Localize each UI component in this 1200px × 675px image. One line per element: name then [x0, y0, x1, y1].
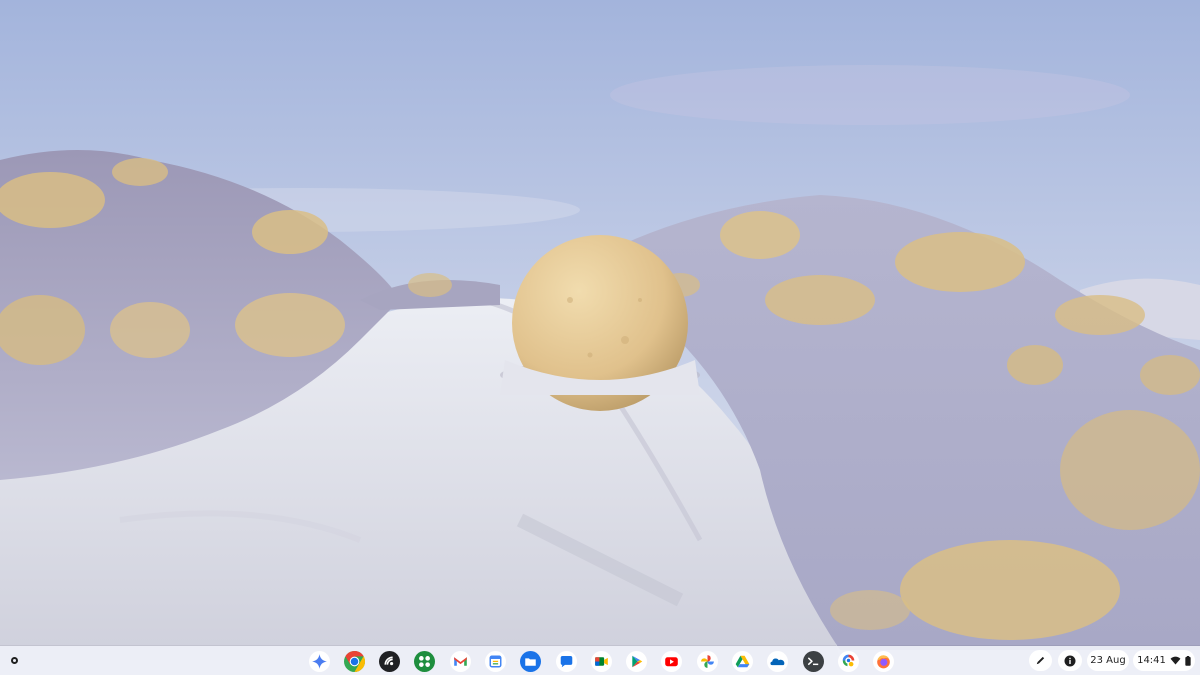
time-label: 14:41 [1137, 655, 1166, 666]
chrome-icon [343, 650, 365, 672]
apps-grid-icon [414, 650, 436, 672]
stylus-tools-button[interactable] [1029, 650, 1052, 671]
info-icon [1064, 655, 1076, 666]
youtube-icon [661, 650, 683, 672]
shelf-app-terminal[interactable] [801, 649, 825, 673]
shelf-app-youtube[interactable] [660, 649, 684, 673]
meet-icon [590, 650, 612, 672]
shelf-app-messages[interactable] [554, 649, 578, 673]
calendar-icon [484, 650, 506, 672]
stylus-icon [1036, 656, 1045, 665]
shelf: 23 Aug 14:41 [0, 646, 1200, 675]
date-button[interactable]: 23 Aug [1087, 650, 1129, 671]
launcher-button[interactable] [5, 651, 24, 670]
android-connect-icon [379, 650, 401, 672]
lens-icon [837, 650, 859, 672]
notification-button[interactable] [1058, 650, 1082, 671]
drive-icon [732, 650, 754, 672]
wallpaper [0, 0, 1200, 675]
photos-icon [696, 650, 718, 672]
date-label: 23 Aug [1090, 655, 1126, 666]
firefox-icon [873, 650, 895, 672]
wifi-icon [1170, 656, 1181, 665]
shelf-app-meet[interactable] [589, 649, 613, 673]
shelf-app-chrome[interactable] [342, 649, 366, 673]
shelf-app-onedrive[interactable] [766, 649, 790, 673]
shelf-app-files[interactable] [519, 649, 543, 673]
play-store-icon [626, 650, 648, 672]
onedrive-icon [767, 650, 789, 672]
messages-icon [555, 650, 577, 672]
shelf-app-lens[interactable] [836, 649, 860, 673]
terminal-icon [802, 650, 824, 672]
gemini-icon [308, 650, 330, 672]
shelf-app-calendar[interactable] [483, 649, 507, 673]
files-icon [520, 650, 542, 672]
shelf-app-photos[interactable] [695, 649, 719, 673]
shelf-app-gemini[interactable] [307, 649, 331, 673]
shelf-app-play-store[interactable] [625, 649, 649, 673]
battery-icon [1185, 655, 1191, 666]
shelf-app-gmail[interactable] [448, 649, 472, 673]
pinned-apps [307, 649, 896, 673]
gmail-icon [449, 650, 471, 672]
shelf-app-android-connect[interactable] [378, 649, 402, 673]
shelf-app-apps-grid[interactable] [413, 649, 437, 673]
shelf-app-firefox[interactable] [872, 649, 896, 673]
status-area-button[interactable]: 14:41 [1133, 650, 1195, 671]
desktop: 23 Aug 14:41 [0, 0, 1200, 675]
launcher-icon [11, 657, 18, 664]
shelf-app-drive[interactable] [731, 649, 755, 673]
